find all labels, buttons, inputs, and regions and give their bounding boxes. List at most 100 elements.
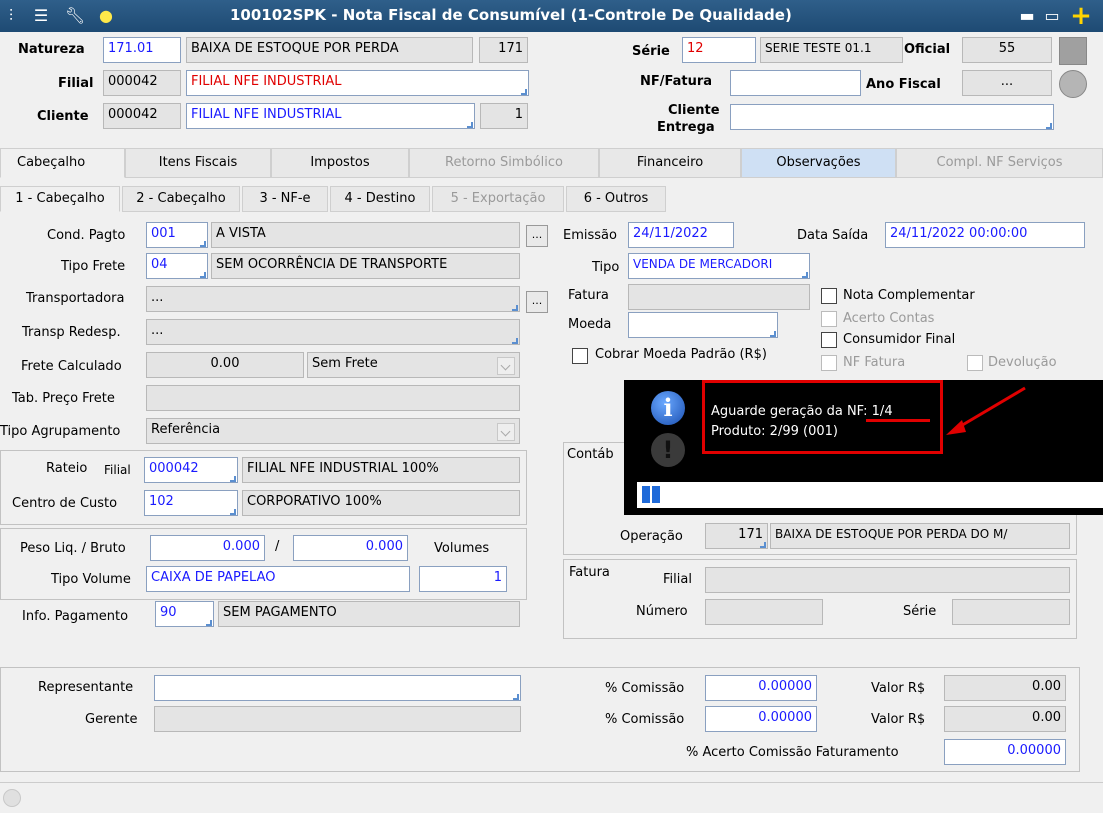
serie-code-field[interactable]: 12	[682, 37, 756, 63]
lookup-icon	[512, 338, 518, 344]
filial-code-field[interactable]: 000042	[103, 70, 181, 96]
nf-fatura-checkbox[interactable]	[821, 355, 837, 371]
cond-pagto-ellipsis-button[interactable]: ...	[526, 225, 548, 247]
subtab-6-outros[interactable]: 6 - Outros	[566, 186, 666, 212]
tab-cabecalho[interactable]: Cabeçalho	[0, 148, 125, 178]
moeda-label: Moeda	[568, 317, 612, 332]
tipo-field[interactable]: VENDA DE MERCADORI	[628, 253, 810, 279]
comissao1-field[interactable]: 0.00000	[705, 675, 817, 701]
chevron-down-icon[interactable]	[497, 357, 515, 375]
natureza-code-field[interactable]: 171.01	[103, 37, 181, 63]
add-icon[interactable]: +	[1070, 3, 1092, 29]
side-button[interactable]	[1059, 37, 1087, 65]
serie-desc-field: SERIE TESTE 01.1	[760, 37, 903, 63]
frete-calculado-field: 0.00	[146, 352, 304, 378]
fatura-filial-label: Filial	[663, 572, 692, 587]
subtab-5-exportacao[interactable]: 5 - Exportação	[432, 186, 564, 212]
window-menu-icon[interactable]: ⫶	[0, 5, 22, 27]
consumidor-final-checkbox[interactable]	[821, 332, 837, 348]
tab-financeiro[interactable]: Financeiro	[599, 148, 741, 178]
tab-itens-fiscais[interactable]: Itens Fiscais	[125, 148, 271, 178]
comissao2-label: % Comissão	[605, 712, 685, 727]
transportadora-ellipsis-button[interactable]: ...	[526, 291, 548, 313]
info-pagamento-label: Info. Pagamento	[22, 609, 129, 624]
data-saida-field[interactable]: 24/11/2022 00:00:00	[885, 222, 1085, 248]
transportadora-label: Transportadora	[26, 291, 125, 306]
lookup-icon	[521, 89, 527, 95]
lightbulb-icon[interactable]: ●	[95, 5, 117, 27]
nota-complementar-checkbox[interactable]	[821, 288, 837, 304]
natureza-label: Natureza	[18, 42, 85, 57]
gear-icon[interactable]	[1059, 70, 1087, 98]
volumes-field[interactable]: 1	[419, 566, 507, 592]
lookup-icon	[467, 122, 473, 128]
filial-desc-text: FILIAL NFE INDUSTRIAL	[191, 74, 342, 89]
tab-observacoes[interactable]: Observações	[741, 148, 896, 178]
cliente-entrega-label: Cliente	[668, 103, 720, 118]
maximize-icon[interactable]: ▭	[1041, 5, 1063, 27]
moeda-field[interactable]	[628, 312, 778, 338]
filial-desc-field[interactable]: FILIAL NFE INDUSTRIAL	[186, 70, 529, 96]
cliente-code-field[interactable]: 000042	[103, 103, 181, 129]
comissao1-label: % Comissão	[605, 681, 685, 696]
subtab-4-destino[interactable]: 4 - Destino	[330, 186, 430, 212]
traffic-light-icon[interactable]: ☰	[30, 5, 52, 27]
representante-field[interactable]	[154, 675, 521, 701]
centro-custo-code-field[interactable]: 102	[144, 490, 238, 516]
valor2-field: 0.00	[944, 706, 1066, 732]
info-pagamento-code-field[interactable]: 90	[155, 601, 214, 627]
cliente-desc-field[interactable]: FILIAL NFE INDUSTRIAL	[186, 103, 475, 129]
devolucao-checkbox[interactable]	[967, 355, 983, 371]
warning-icon: !	[651, 433, 685, 467]
fatura-numero-field	[705, 599, 823, 625]
tab-preco-frete-field	[146, 385, 520, 411]
transp-redesp-label: Transp Redesp.	[22, 325, 121, 340]
minimize-icon[interactable]: ▬	[1016, 5, 1038, 27]
serie-label: Série	[632, 44, 670, 59]
representante-label: Representante	[38, 680, 134, 695]
gerente-field	[154, 706, 521, 732]
consumidor-final-label: Consumidor Final	[843, 332, 956, 347]
peso-liq-field[interactable]: 0.000	[150, 535, 265, 561]
operacao-code-field[interactable]: 171	[705, 523, 768, 549]
tipo-volume-field[interactable]: CAIXA DE PAPELAO	[146, 566, 410, 592]
peso-bruto-field[interactable]: 0.000	[293, 535, 408, 561]
subtab-1-cabecalho[interactable]: 1 - Cabeçalho	[0, 186, 120, 212]
status-bar	[0, 782, 1103, 813]
transp-redesp-field[interactable]: ...	[146, 319, 520, 345]
fatura-field	[628, 284, 810, 310]
acerto-contas-checkbox[interactable]	[821, 311, 837, 327]
tipo-volume-label: Tipo Volume	[51, 572, 131, 587]
cond-pagto-code-field[interactable]: 001	[146, 222, 208, 248]
acerto-comissao-field[interactable]: 0.00000	[944, 739, 1066, 765]
natureza-num-field: 171	[479, 37, 528, 63]
centro-custo-desc-field: CORPORATIVO 100%	[242, 490, 520, 516]
wrench-icon[interactable]: 🔧︎	[64, 5, 86, 27]
tipo-agrupamento-select[interactable]: Referência	[146, 418, 520, 444]
tab-retorno-simbolico[interactable]: Retorno Simbólico	[409, 148, 599, 178]
info-pagamento-desc-field: SEM PAGAMENTO	[218, 601, 520, 627]
data-saida-label: Data Saída	[797, 228, 869, 243]
rateio-label: Rateio	[46, 461, 88, 476]
subtab-3-nfe[interactable]: 3 - NF-e	[242, 186, 328, 212]
progress-bar	[637, 482, 1103, 508]
valor1-field: 0.00	[944, 675, 1066, 701]
tab-impostos[interactable]: Impostos	[271, 148, 409, 178]
cobrar-moeda-checkbox[interactable]	[572, 348, 588, 364]
tipo-frete-code-field[interactable]: 04	[146, 253, 208, 279]
frete-tipo-select[interactable]: Sem Frete	[307, 352, 520, 378]
lookup-icon	[770, 331, 776, 337]
operacao-label: Operação	[620, 529, 683, 544]
nf-fatura-field[interactable]	[730, 70, 861, 96]
progress-bar-fill	[652, 486, 660, 503]
tab-compl-nf-servicos[interactable]: Compl. NF Serviços	[896, 148, 1103, 178]
comissao2-field[interactable]: 0.00000	[705, 706, 817, 732]
peso-label: Peso Liq. / Bruto	[20, 541, 126, 556]
chevron-down-icon[interactable]	[497, 423, 515, 441]
subtab-2-cabecalho[interactable]: 2 - Cabeçalho	[122, 186, 240, 212]
rateio-filial-code-field[interactable]: 000042	[144, 457, 238, 483]
valor2-label: Valor R$	[871, 712, 926, 727]
cliente-entrega-field[interactable]	[730, 104, 1054, 130]
transportadora-field[interactable]: ...	[146, 286, 520, 312]
emissao-field[interactable]: 24/11/2022	[628, 222, 734, 248]
